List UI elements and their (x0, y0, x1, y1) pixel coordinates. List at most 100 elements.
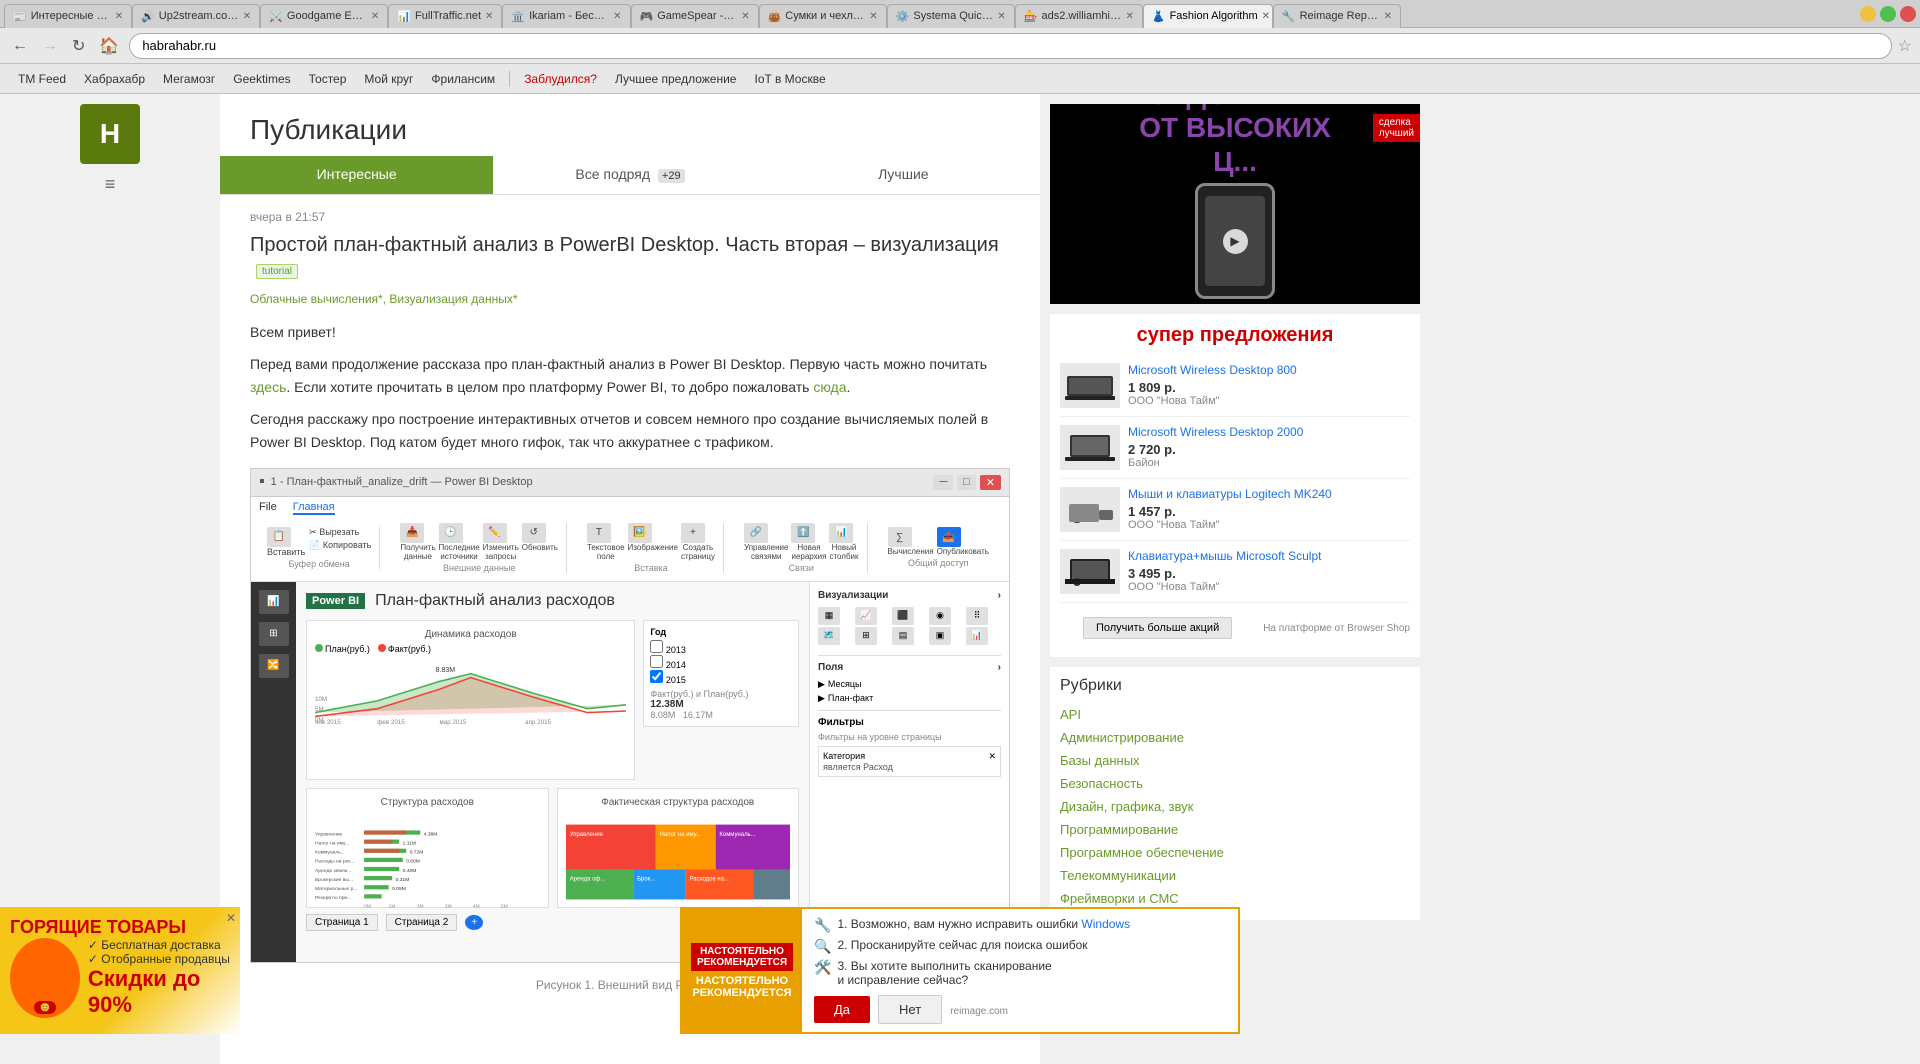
tab-close-2[interactable]: ✕ (371, 11, 379, 22)
bookmark-star-button[interactable]: ☆ (1898, 36, 1912, 56)
rubric-api[interactable]: API (1060, 703, 1410, 726)
tab-close-9[interactable]: ✕ (1262, 11, 1270, 22)
rubric-telecom[interactable]: Телекоммуникации (1060, 864, 1410, 887)
rubric-software[interactable]: Программное обеспечение (1060, 841, 1410, 864)
pbi-maximize[interactable]: □ (957, 475, 976, 490)
minimize-button[interactable] (1860, 6, 1876, 22)
pbi-icon-manage[interactable]: 🔗 (744, 523, 768, 543)
rubric-security[interactable]: Безопасность (1060, 772, 1410, 795)
tab-7[interactable]: ⚙️ Systema Quick &... ✕ (887, 4, 1015, 28)
megafon-ad[interactable]: сделкалучший ОТДОХНИТЕОТ ВЫСОКИХЦ... ▶ 5… (1050, 104, 1420, 304)
pbi-viz-pie[interactable]: ◉ (929, 607, 951, 625)
tab-close-10[interactable]: ✕ (1384, 11, 1392, 22)
product-name-1[interactable]: Microsoft Wireless Desktop 2000 (1128, 425, 1410, 439)
bottom-left-ad[interactable]: ✕ ГОРЯЩИЕ ТОВАРЫ 😊 ✓ Бесплатная доставка… (0, 907, 240, 1034)
pbi-icon-image[interactable]: 🖼️ (628, 523, 652, 543)
tab-close-1[interactable]: ✕ (243, 11, 251, 22)
tab-10[interactable]: 🔧 Reimage Repair... ✕ (1273, 4, 1401, 28)
pbi-field-plan-icon[interactable]: ▶ (818, 693, 825, 704)
bookmark-geektimes[interactable]: Geektimes (225, 69, 298, 89)
bookmark-freelansim[interactable]: Фрилансим (423, 69, 503, 89)
pbi-add-page[interactable]: + (465, 915, 483, 930)
tab-6[interactable]: 👜 Сумки и чехлы да... ✕ (759, 4, 887, 28)
tab-close-7[interactable]: ✕ (997, 11, 1005, 22)
back-button[interactable]: ← (8, 35, 32, 57)
rubric-admin[interactable]: Администрирование (1060, 726, 1410, 749)
tab-close-5[interactable]: ✕ (741, 11, 749, 22)
reimage-link-windows[interactable]: Windows (1081, 917, 1130, 931)
pbi-nav-data[interactable]: ⊞ (259, 622, 289, 646)
close-button[interactable] (1900, 6, 1916, 22)
reimage-yes-button[interactable]: Да (814, 996, 870, 1023)
forward-button[interactable]: → (38, 35, 62, 57)
pbi-nav-relations[interactable]: 🔀 (259, 654, 289, 678)
pbi-viz-line[interactable]: 📈 (855, 607, 877, 625)
pbi-page1[interactable]: Страница 1 (306, 914, 378, 931)
pbi-close[interactable]: ✕ (980, 475, 1001, 490)
maximize-button[interactable] (1880, 6, 1896, 22)
rubric-programming[interactable]: Программирование (1060, 818, 1410, 841)
pbi-viz-arrow[interactable]: › (998, 590, 1001, 601)
pbi-nav-report[interactable]: 📊 (259, 590, 289, 614)
pbi-filter-remove[interactable]: ✕ (988, 751, 996, 762)
pbi-copy[interactable]: 📄 Копировать (309, 540, 371, 551)
tab-2[interactable]: ⚔️ Goodgame Empire... ✕ (260, 4, 388, 28)
article-tags[interactable]: Облачные вычисления*, Визуализация данны… (250, 292, 1010, 306)
link-here[interactable]: здесь (250, 379, 286, 395)
tab-1[interactable]: 🔊 Up2stream.com -... ✕ (132, 4, 260, 28)
pbi-viz-map[interactable]: 🗺️ (818, 627, 840, 645)
pbi-icon-paste[interactable]: 📋 (267, 527, 291, 547)
pbi-viz-bar[interactable]: ▦ (818, 607, 840, 625)
play-button[interactable]: ▶ (1223, 229, 1248, 254)
bookmark-toster[interactable]: Тостер (301, 69, 355, 89)
tab-best[interactable]: Лучшие (767, 156, 1040, 194)
year-2013-checkbox[interactable] (650, 640, 663, 653)
pbi-icon-refresh[interactable]: ↺ (522, 523, 546, 543)
bookmark-iot[interactable]: IoT в Москве (746, 69, 833, 89)
reimage-no-button[interactable]: Нет (878, 995, 942, 1024)
bookmark-megamozg[interactable]: Мегамозг (155, 69, 223, 89)
pbi-viz-matrix[interactable]: ▤ (892, 627, 914, 645)
more-deals-button[interactable]: Получить больше акций (1083, 617, 1232, 639)
close-left-ad-button[interactable]: ✕ (226, 911, 236, 925)
product-name-2[interactable]: Мыши и клавиатуры Logitech MK240 (1128, 487, 1410, 501)
tab-9[interactable]: 👗 Fashion Algorithm ✕ (1143, 4, 1273, 28)
link-there[interactable]: сюда (813, 379, 846, 395)
tab-5[interactable]: 🎮 GameSpear - Free... ✕ (631, 4, 759, 28)
rubric-db[interactable]: Базы данных (1060, 749, 1410, 772)
product-name-0[interactable]: Microsoft Wireless Desktop 800 (1128, 363, 1410, 377)
tab-close-8[interactable]: ✕ (1125, 11, 1133, 22)
address-bar[interactable] (129, 33, 1891, 59)
tab-close-0[interactable]: ✕ (115, 11, 123, 22)
bookmark-habr[interactable]: Хабрахабр (76, 69, 153, 89)
product-name-3[interactable]: Клавиатура+мышь Microsoft Sculpt (1128, 549, 1410, 563)
tab-4[interactable]: 🏛️ Ikariam - Бесплат... ✕ (502, 4, 630, 28)
pbi-cut[interactable]: ✂ Вырезать (309, 527, 371, 538)
bookmark-moykrug[interactable]: Мой круг (356, 69, 421, 89)
pbi-viz-scatter[interactable]: ⠿ (966, 607, 988, 625)
pbi-viz-kpi[interactable]: 📊 (966, 627, 988, 645)
pbi-viz-card[interactable]: ▣ (929, 627, 951, 645)
pbi-icon-getdata[interactable]: 📥 (400, 523, 424, 543)
pbi-icon-recent[interactable]: 🕒 (439, 523, 463, 543)
pbi-minimize[interactable]: ─ (933, 475, 953, 490)
bookmark-zabludilsya[interactable]: Заблудился? (516, 69, 605, 89)
pbi-page2[interactable]: Страница 2 (386, 914, 458, 931)
pbi-icon-hierarchy[interactable]: ⬆️ (791, 523, 815, 543)
tab-8[interactable]: 🎰 ads2.williamhill... ✕ (1015, 4, 1143, 28)
tab-interesting[interactable]: Интересные (220, 156, 493, 194)
pbi-icon-calc[interactable]: ∑ (888, 527, 912, 547)
year-2015-checkbox[interactable] (650, 670, 663, 683)
refresh-button[interactable]: ↻ (68, 34, 89, 58)
pbi-menu-file[interactable]: File (259, 501, 277, 515)
tab-close-4[interactable]: ✕ (613, 11, 621, 22)
year-2014-checkbox[interactable] (650, 655, 663, 668)
tab-0[interactable]: 📰 Интересные публ... ✕ (4, 4, 132, 28)
home-button[interactable]: 🏠 (95, 34, 123, 58)
pbi-icon-edit[interactable]: ✏️ (483, 523, 507, 543)
pbi-fields-arrow[interactable]: › (998, 662, 1001, 673)
bookmark-tmfeed[interactable]: TM Feed (10, 69, 74, 89)
tab-all[interactable]: Все подряд +29 (493, 156, 766, 194)
hamburger-menu-icon[interactable]: ≡ (0, 174, 220, 195)
pbi-icon-publish[interactable]: 📤 (937, 527, 961, 547)
